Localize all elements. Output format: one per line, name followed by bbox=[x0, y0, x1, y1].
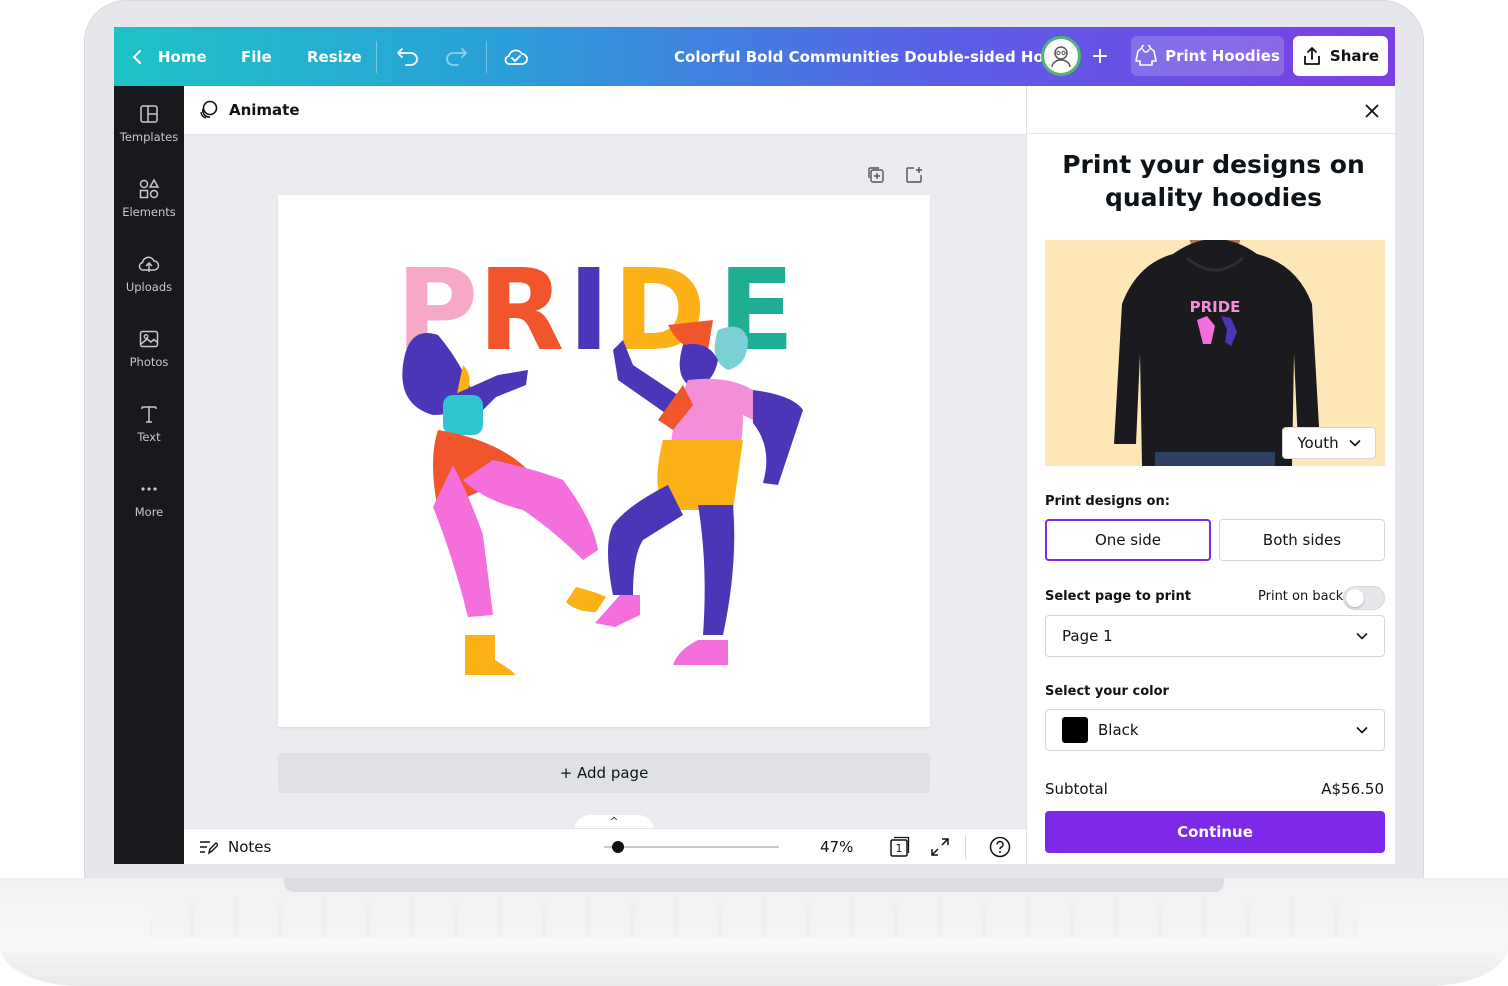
chevron-down-icon bbox=[1349, 439, 1361, 447]
sidebar-item-text[interactable]: Text bbox=[114, 390, 184, 456]
help-icon[interactable] bbox=[989, 836, 1011, 858]
sidebar-item-photos[interactable]: Photos bbox=[114, 315, 184, 381]
select-color-label: Select your color bbox=[1045, 684, 1169, 699]
app-screen: Home File Resize Colorful Bold Communiti… bbox=[114, 27, 1395, 864]
text-icon bbox=[141, 405, 157, 423]
sidebar-item-label: Templates bbox=[119, 129, 179, 144]
hoodie-preview-image: PRIDE Youth bbox=[1045, 240, 1385, 466]
resize-menu[interactable]: Resize bbox=[307, 27, 362, 86]
panel-title: Print your designs on quality hoodies bbox=[1062, 150, 1365, 212]
design-canvas[interactable]: P R I D E bbox=[278, 195, 930, 727]
pride-letter: I bbox=[568, 246, 610, 376]
undo-button[interactable] bbox=[396, 27, 420, 86]
option-one-side[interactable]: One side bbox=[1045, 519, 1211, 561]
print-on-label: Print designs on: bbox=[1045, 494, 1170, 509]
laptop-hinge bbox=[284, 878, 1224, 892]
pride-artwork[interactable]: P R I D E bbox=[278, 195, 930, 727]
editor-footer: Notes 47% 1 bbox=[184, 828, 1026, 864]
subtotal-value: A$56.50 bbox=[1321, 780, 1384, 798]
laptop-keyboard bbox=[150, 898, 1358, 938]
chevron-down-icon bbox=[1356, 632, 1368, 640]
sidebar-item-uploads[interactable]: Uploads bbox=[114, 240, 184, 306]
sidebar-item-label: Elements bbox=[122, 204, 176, 219]
document-title[interactable]: Colorful Bold Communities Double-sided H… bbox=[674, 27, 1080, 86]
sidebar-item-elements[interactable]: Elements bbox=[114, 165, 184, 231]
home-button[interactable]: Home bbox=[130, 27, 207, 86]
size-select-value: Youth bbox=[1297, 434, 1339, 452]
sidebar-item-label: More bbox=[134, 504, 164, 519]
photos-icon bbox=[139, 330, 159, 347]
sidebar-item-label: Uploads bbox=[125, 279, 173, 294]
more-icon bbox=[141, 486, 157, 491]
chevron-down-icon bbox=[1356, 726, 1368, 734]
notes-label: Notes bbox=[228, 838, 272, 856]
topbar-divider bbox=[486, 41, 487, 73]
cloud-save-button[interactable] bbox=[503, 27, 529, 86]
elements-icon bbox=[139, 177, 160, 198]
page-select[interactable]: Page 1 bbox=[1045, 615, 1385, 657]
share-icon bbox=[1304, 47, 1320, 65]
print-on-back-toggle[interactable] bbox=[1343, 586, 1385, 610]
color-select[interactable]: Black bbox=[1045, 709, 1385, 751]
share-button[interactable]: Share bbox=[1293, 36, 1388, 76]
zoom-level[interactable]: 47% bbox=[820, 829, 853, 864]
notes-icon bbox=[200, 841, 218, 855]
file-menu[interactable]: File bbox=[241, 27, 272, 86]
continue-button[interactable]: Continue bbox=[1045, 811, 1385, 853]
left-sidebar: Templates Elements Uploads Photos Text M… bbox=[114, 86, 184, 864]
hoodie-icon bbox=[1135, 45, 1157, 66]
notes-button[interactable]: Notes bbox=[198, 829, 271, 864]
zoom-slider-track[interactable] bbox=[604, 846, 779, 848]
chevron-left-icon bbox=[132, 49, 141, 64]
page-select-value: Page 1 bbox=[1062, 627, 1113, 645]
redo-icon bbox=[446, 47, 467, 66]
print-hoodies-button[interactable]: Print Hoodies bbox=[1131, 36, 1284, 76]
uploads-icon bbox=[138, 256, 160, 272]
share-label: Share bbox=[1329, 47, 1380, 65]
color-select-value: Black bbox=[1098, 721, 1139, 739]
animate-label: Animate bbox=[229, 101, 300, 119]
zoom-slider-handle[interactable] bbox=[612, 841, 624, 853]
animate-icon bbox=[200, 100, 218, 119]
pride-letter: R bbox=[478, 246, 564, 376]
hoodie-print-text: PRIDE bbox=[1190, 298, 1241, 316]
print-panel: Print your designs on quality hoodies PR… bbox=[1026, 86, 1395, 864]
add-page-button[interactable]: + Add page bbox=[278, 753, 930, 793]
option-both-sides[interactable]: Both sides bbox=[1219, 519, 1385, 561]
templates-icon bbox=[140, 104, 158, 123]
top-bar: Home File Resize Colorful Bold Communiti… bbox=[114, 27, 1395, 86]
footer-divider bbox=[965, 835, 966, 859]
sidebar-item-templates[interactable]: Templates bbox=[114, 90, 184, 156]
add-collaborator-button[interactable]: + bbox=[1085, 41, 1115, 71]
color-swatch bbox=[1062, 717, 1088, 743]
undo-icon bbox=[397, 47, 418, 66]
animate-button[interactable]: Animate bbox=[198, 99, 300, 121]
cloud-check-icon bbox=[504, 49, 528, 65]
close-icon[interactable] bbox=[1364, 103, 1380, 119]
page-tools bbox=[866, 165, 924, 185]
page-count-button[interactable]: 1 bbox=[888, 836, 910, 858]
redo-button[interactable] bbox=[444, 27, 468, 86]
panel-header bbox=[1027, 86, 1395, 134]
page-count: 1 bbox=[895, 841, 903, 855]
fullscreen-icon[interactable] bbox=[930, 837, 950, 857]
subtotal-label: Subtotal bbox=[1045, 780, 1108, 798]
dancer-left-illustration bbox=[402, 333, 606, 675]
duplicate-page-icon[interactable] bbox=[866, 165, 886, 185]
user-avatar-icon bbox=[1051, 46, 1071, 68]
home-label: Home bbox=[158, 47, 207, 66]
sidebar-item-more[interactable]: More bbox=[114, 465, 184, 531]
print-on-back-label: Print on back bbox=[1258, 589, 1344, 604]
topbar-divider bbox=[376, 41, 377, 73]
sidebar-item-label: Text bbox=[137, 429, 161, 444]
sidebar-item-label: Photos bbox=[129, 354, 169, 369]
editor-header: Animate bbox=[184, 86, 1026, 135]
add-page-icon[interactable] bbox=[904, 165, 924, 185]
avatar[interactable] bbox=[1041, 36, 1081, 76]
size-select[interactable]: Youth bbox=[1282, 427, 1376, 459]
select-page-label: Select page to print bbox=[1045, 589, 1191, 604]
print-hoodies-label: Print Hoodies bbox=[1165, 47, 1280, 65]
